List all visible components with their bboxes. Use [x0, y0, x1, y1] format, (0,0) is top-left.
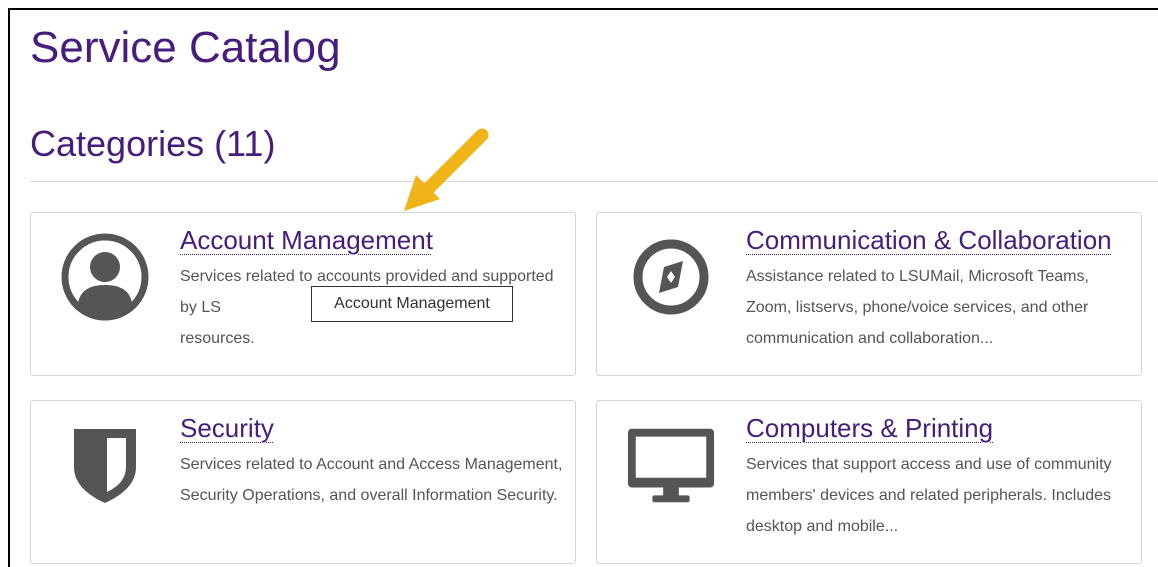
category-link-account-management[interactable]: Account Management	[180, 225, 433, 256]
category-description: Services that support access and use of …	[746, 456, 1112, 535]
category-link-computers-printing[interactable]: Computers & Printing	[746, 413, 993, 444]
shield-icon	[59, 419, 151, 511]
category-card-computers-printing[interactable]: Computers & Printing Services that suppo…	[596, 400, 1142, 564]
category-link-communication-collaboration[interactable]: Communication & Collaboration	[746, 225, 1112, 256]
desktop-monitor-icon	[625, 419, 717, 511]
tooltip: Account Management	[311, 286, 513, 322]
page-title: Service Catalog	[30, 23, 341, 72]
compass-icon	[625, 231, 717, 323]
annotation-arrow-icon	[404, 128, 489, 211]
category-card-security[interactable]: Security Services related to Account and…	[30, 400, 576, 564]
category-link-security[interactable]: Security	[180, 413, 274, 444]
categories-heading: Categories (11)	[30, 123, 276, 164]
category-description: Services related to Account and Access M…	[180, 456, 563, 504]
divider	[30, 181, 1158, 182]
category-description: Assistance related to LSUMail, Microsoft…	[746, 268, 1089, 347]
user-circle-icon	[59, 231, 151, 323]
category-card-communication-collaboration[interactable]: Communication & Collaboration Assistance…	[596, 212, 1142, 376]
